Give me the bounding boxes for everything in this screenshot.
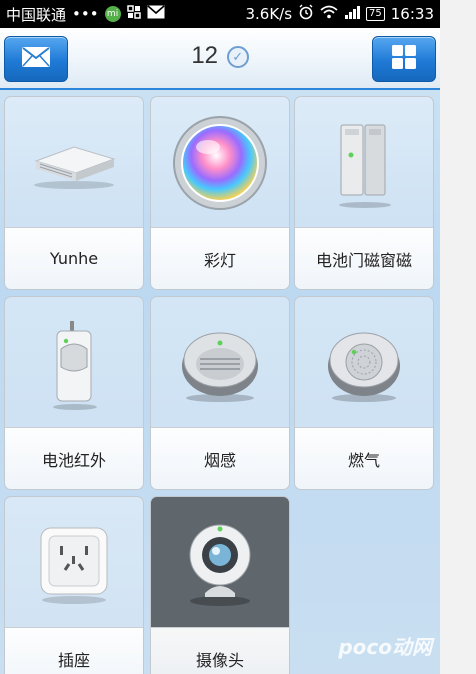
camera-icon xyxy=(151,497,289,629)
watermark: poco动网 xyxy=(338,635,432,659)
battery-icon: 75 xyxy=(366,7,385,21)
device-tile-socket[interactable]: 插座 xyxy=(4,496,144,674)
grid-icon xyxy=(391,44,417,74)
gas-detector-icon xyxy=(295,297,433,429)
device-tile-yunhe[interactable]: Yunhe xyxy=(4,96,144,290)
carrier-name: 中国联通 xyxy=(6,5,67,24)
signal-icon xyxy=(344,5,361,23)
device-tile-pir-sensor[interactable]: 电池红外 xyxy=(4,296,144,490)
smoke-detector-icon xyxy=(151,297,289,429)
wifi-icon xyxy=(320,5,338,23)
device-label: 彩灯 xyxy=(151,227,289,289)
clock: 16:33 xyxy=(390,5,434,23)
app-screen: 12 ✓ Yunhe 彩灯 电池门磁窗磁 电池红外 烟感 燃气 插座 摄像头 p… xyxy=(0,28,440,674)
color-light-icon xyxy=(151,97,289,229)
network-speed: 3.6K/s xyxy=(245,5,293,23)
app-header: 12 ✓ xyxy=(0,28,440,90)
alarm-icon xyxy=(298,4,314,24)
grid-menu-button[interactable] xyxy=(372,36,436,82)
qq-icon: mi xyxy=(104,6,121,22)
check-circle-icon: ✓ xyxy=(226,45,249,68)
device-label: 电池红外 xyxy=(5,427,143,489)
device-tile-door-sensor[interactable]: 电池门磁窗磁 xyxy=(294,96,434,290)
router-device-icon xyxy=(5,97,143,229)
device-tile-gas-detector[interactable]: 燃气 xyxy=(294,296,434,490)
device-tile-smoke-detector[interactable]: 烟感 xyxy=(150,296,290,490)
device-tile-camera[interactable]: 摄像头 xyxy=(150,496,290,674)
grid-notification-icon xyxy=(126,5,141,23)
device-label: Yunhe xyxy=(5,227,143,289)
notification-dots: ••• xyxy=(72,5,99,23)
device-label: 燃气 xyxy=(295,427,433,489)
device-label: 电池门磁窗磁 xyxy=(295,227,433,289)
device-label: 插座 xyxy=(5,627,143,674)
side-margin xyxy=(440,0,476,674)
mail-notification-icon xyxy=(147,5,165,23)
device-count-value: 12 xyxy=(191,42,219,69)
door-sensor-icon xyxy=(295,97,433,229)
status-bar: 中国联通 ••• mi 3.6K/s 75 16:33 xyxy=(0,0,440,28)
device-tile-color-light[interactable]: 彩灯 xyxy=(150,96,290,290)
device-label: 摄像头 xyxy=(151,627,289,674)
device-label: 烟感 xyxy=(151,427,289,489)
pir-sensor-icon xyxy=(5,297,143,429)
socket-icon xyxy=(5,497,143,629)
